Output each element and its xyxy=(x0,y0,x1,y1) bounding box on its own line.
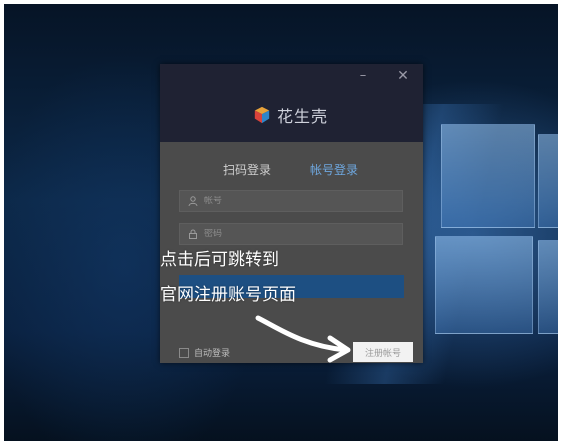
lock-icon xyxy=(189,229,197,239)
app-logo: 花生壳 xyxy=(253,104,328,126)
window-logo-pane xyxy=(538,134,558,228)
peanut-cube-icon xyxy=(254,106,270,124)
dialog-titlebar: – ✕ 花生壳 xyxy=(160,64,423,142)
register-account-button[interactable]: 注册帐号 xyxy=(353,342,413,362)
app-name: 花生壳 xyxy=(277,107,329,126)
account-input[interactable] xyxy=(204,196,384,206)
tab-account-login[interactable]: 帐号登录 xyxy=(310,161,358,178)
auto-login-label: 自动登录 xyxy=(194,349,231,359)
annotation-line-2: 官网注册账号页面 xyxy=(160,285,296,305)
account-field[interactable] xyxy=(179,190,403,212)
auto-login-toggle[interactable]: 自动登录 xyxy=(179,346,230,359)
pointer-arrow-icon xyxy=(255,315,351,363)
close-button[interactable]: ✕ xyxy=(396,69,410,83)
window-logo-pane xyxy=(538,240,558,334)
password-input[interactable] xyxy=(204,229,384,239)
minimize-button[interactable]: – xyxy=(356,69,370,83)
window-logo-pane xyxy=(441,124,535,228)
tab-scan-login[interactable]: 扫码登录 xyxy=(223,161,271,178)
window-logo-pane xyxy=(435,236,533,334)
auto-login-checkbox[interactable] xyxy=(179,347,189,358)
password-field[interactable] xyxy=(179,223,403,245)
annotation-line-1: 点击后可跳转到 xyxy=(160,250,279,270)
user-icon xyxy=(188,196,198,206)
